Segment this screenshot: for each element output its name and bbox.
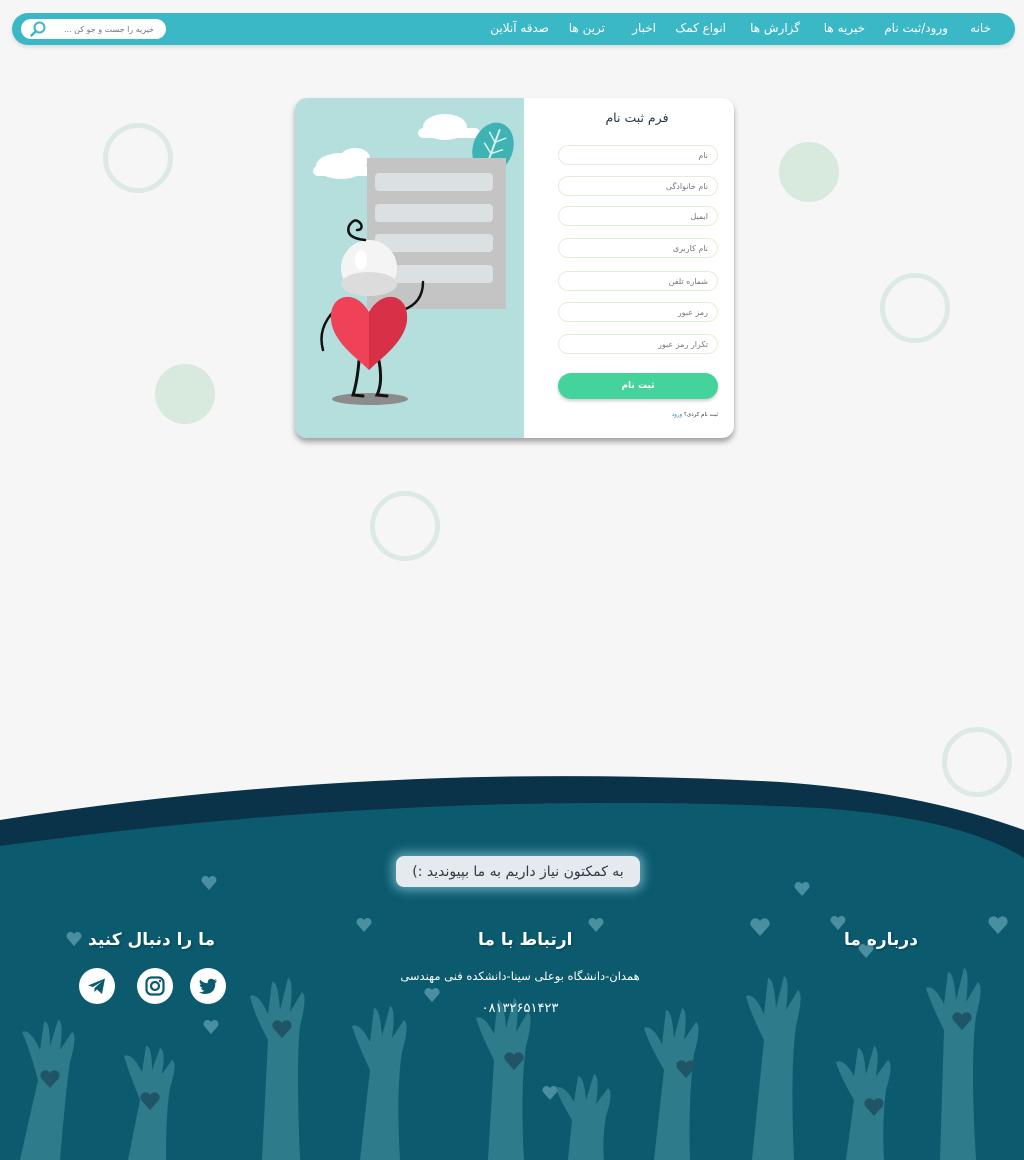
already-registered-row: ثبت نام کردی؟ ورود: [655, 412, 718, 422]
twitter-link[interactable]: [190, 968, 226, 1004]
phone-field[interactable]: [558, 271, 718, 291]
already-registered-text: ثبت نام کردی؟: [683, 412, 718, 418]
decor-ring: [880, 273, 950, 343]
confirm-password-field[interactable]: [558, 334, 718, 354]
registration-illustration: [295, 98, 524, 438]
nav-item-online-charity[interactable]: صدقه آنلاین: [490, 21, 549, 35]
telegram-icon: [88, 978, 105, 994]
nav-item-help-types[interactable]: انواع کمک: [675, 21, 726, 35]
footer-background: [0, 776, 1024, 1160]
join-us-button[interactable]: به کمکتون نیاز داریم به ما بپیوندید :): [396, 856, 640, 887]
last-name-field[interactable]: [558, 176, 718, 196]
register-button[interactable]: ثبت نام: [558, 373, 718, 399]
password-field[interactable]: [558, 302, 718, 322]
nav-item-charities[interactable]: خیریه ها: [824, 21, 865, 35]
decor-dot: [779, 142, 839, 202]
top-navbar: خانه ورود/ثبت نام خیریه ها گزارش ها انوا…: [12, 13, 1015, 45]
instagram-icon: [145, 976, 165, 996]
decor-ring: [103, 123, 173, 193]
contact-heading: ارتباط با ما: [478, 930, 573, 950]
nav-item-login-register[interactable]: ورود/ثبت نام: [884, 21, 948, 35]
form-title: فرم ثبت نام: [605, 110, 669, 125]
search-box: [21, 19, 166, 39]
email-field[interactable]: [558, 206, 718, 226]
search-icon[interactable]: [29, 20, 47, 38]
twitter-icon: [198, 978, 217, 994]
decor-dot: [155, 364, 215, 424]
contact-phone: ۰۸۱۳۲۶۵۱۴۲۳: [481, 1001, 559, 1016]
contact-address: همدان-دانشگاه بوعلی سینا-دانشکده فنی مهن…: [400, 969, 640, 983]
search-input[interactable]: [50, 22, 154, 36]
username-field[interactable]: [558, 238, 718, 258]
registration-card: فرم ثبت نام ثبت نام ثبت نام کردی؟ ورود: [295, 98, 734, 438]
telegram-link[interactable]: [79, 968, 115, 1004]
first-name-field[interactable]: [558, 145, 718, 165]
nav-item-top[interactable]: ترین ها: [569, 21, 605, 35]
login-link[interactable]: ورود: [672, 412, 682, 418]
decor-ring: [370, 491, 440, 561]
nav-item-reports[interactable]: گزارش ها: [750, 21, 800, 35]
instagram-link[interactable]: [137, 968, 173, 1004]
about-heading: درباره ما: [844, 930, 918, 950]
nav-item-news[interactable]: اخبار: [632, 21, 656, 35]
follow-heading: ما را دنبال کنید: [88, 930, 216, 950]
nav-item-home[interactable]: خانه: [970, 21, 991, 35]
